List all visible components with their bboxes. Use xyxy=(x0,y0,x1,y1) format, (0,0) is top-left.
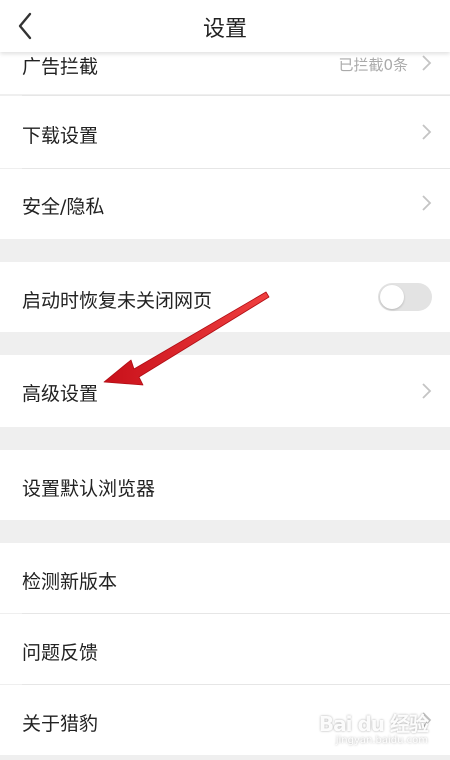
red-arrow-icon xyxy=(103,291,270,386)
